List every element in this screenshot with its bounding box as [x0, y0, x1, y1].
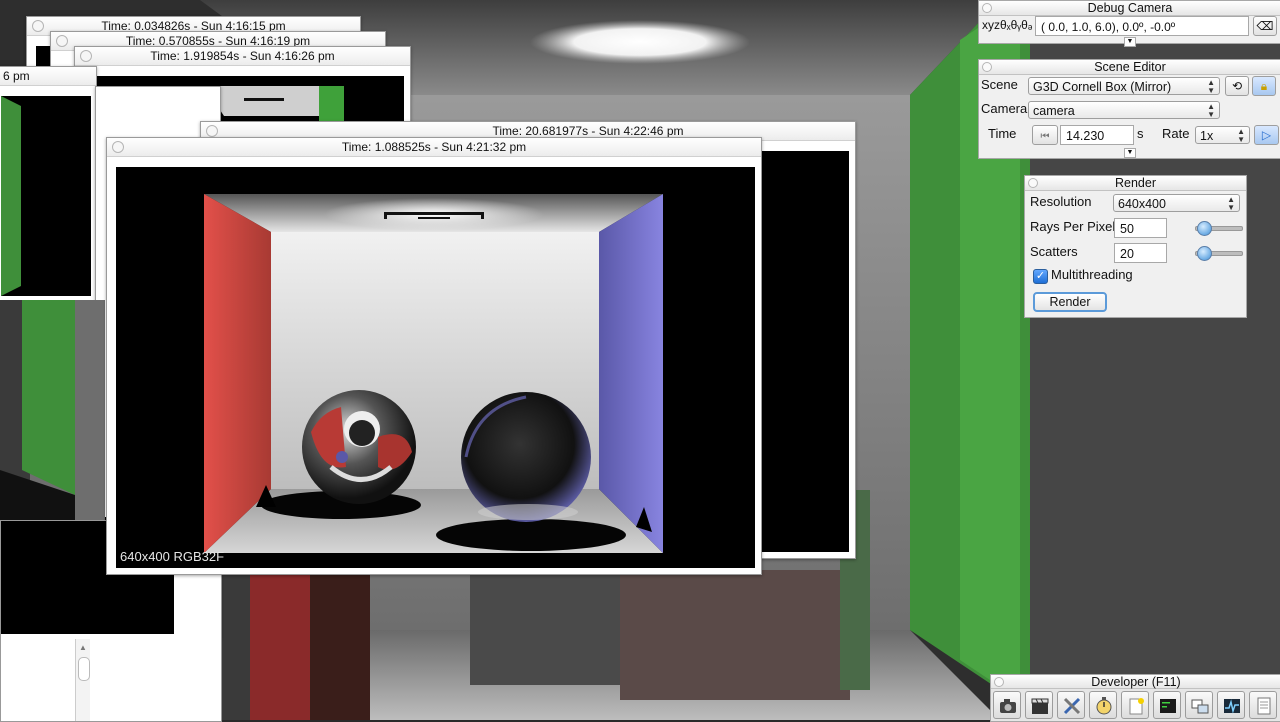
time-input[interactable]: 14.230: [1060, 125, 1134, 145]
scatters-input[interactable]: 20: [1114, 243, 1167, 263]
scatters-label: Scatters: [1030, 244, 1078, 259]
multithreading-label: Multithreading: [1051, 267, 1133, 282]
eraser-icon: ⌫: [1256, 19, 1274, 33]
console-button[interactable]: [1153, 691, 1181, 719]
render-window-main[interactable]: Time: 1.088525s - Sun 4:21:32 pm 640x400…: [106, 137, 762, 575]
render-image: 640x400 RGB32F: [116, 167, 755, 568]
left-edge-render: [0, 300, 105, 520]
multithreading-checkbox[interactable]: ✓: [1033, 269, 1048, 284]
tools-icon: [1063, 697, 1081, 715]
close-icon[interactable]: [1028, 178, 1038, 188]
panel-titlebar[interactable]: Debug Camera: [979, 1, 1280, 16]
render-button[interactable]: Render: [1033, 292, 1107, 312]
expand-arrow-icon[interactable]: ▼: [1124, 37, 1136, 47]
close-icon[interactable]: [982, 62, 992, 72]
scrollbar-thumb[interactable]: [78, 657, 90, 681]
reload-icon: ⟲: [1231, 79, 1243, 93]
scatters-slider-knob[interactable]: [1196, 246, 1212, 261]
window-title: Time: 1.088525s - Sun 4:21:32 pm: [341, 140, 527, 154]
document-icon: [1257, 697, 1271, 715]
resolution-label: Resolution: [1030, 194, 1092, 209]
windows-icon: [1191, 699, 1209, 714]
lock-icon: 🔒︎: [1260, 79, 1268, 93]
camera-coords-label: xyzθₓθᵧθₔ: [982, 18, 1033, 32]
camera-icon: [1000, 699, 1016, 713]
panel-titlebar[interactable]: Render: [1025, 176, 1246, 191]
render-panel[interactable]: Render Resolution 640x400 ▲ ▼ Rays Per Pi…: [1024, 175, 1247, 318]
window-title: 6 pm: [3, 69, 30, 83]
scrollbar[interactable]: ▲: [75, 639, 90, 721]
screenshot-button[interactable]: [993, 691, 1021, 719]
profiler-icon: [1224, 699, 1240, 714]
developer-tools-button[interactable]: [1057, 691, 1085, 719]
camera-label: Camera: [981, 101, 1028, 116]
performance-graph-button[interactable]: [1217, 691, 1245, 719]
developer-toolbar[interactable]: Developer (F11): [990, 674, 1280, 722]
scene-dropdown[interactable]: G3D Cornell Box (Mirror) ▲ ▼: [1028, 77, 1220, 95]
camera-dropdown[interactable]: camera ▲ ▼: [1028, 101, 1220, 119]
panel-title: Render: [1115, 176, 1156, 190]
panel-title: Debug Camera: [1087, 1, 1173, 15]
close-icon[interactable]: [32, 20, 44, 32]
video-record-button[interactable]: [1025, 691, 1053, 719]
close-icon[interactable]: [56, 35, 68, 47]
documentation-button[interactable]: [1249, 691, 1277, 719]
time-label: Time: [988, 126, 1017, 141]
terminal-icon: [1160, 699, 1176, 713]
window-titlebar[interactable]: 6 pm: [0, 67, 96, 86]
dropdown-arrows-icon: ▲ ▼: [1207, 102, 1215, 119]
window-titlebar[interactable]: Time: 1.919854s - Sun 4:16:26 pm: [75, 47, 410, 66]
panel-title: Scene Editor: [1094, 60, 1166, 74]
panel-title: Developer (F11): [1091, 675, 1181, 689]
rewind-icon: ⏮: [1040, 131, 1050, 142]
render-image: [761, 151, 849, 552]
clapperboard-icon: [1031, 698, 1049, 714]
reset-time-button[interactable]: ⏮: [1032, 125, 1058, 145]
new-file-icon: [1129, 698, 1144, 715]
new-scene-button[interactable]: [1121, 691, 1149, 719]
close-icon[interactable]: [206, 125, 218, 137]
close-icon[interactable]: [80, 50, 92, 62]
rate-dropdown[interactable]: 1x ▲ ▼: [1195, 126, 1250, 144]
close-icon[interactable]: [994, 677, 1004, 687]
close-icon[interactable]: [112, 141, 124, 153]
play-icon: ▷: [1261, 128, 1272, 142]
render-format-label: 640x400 RGB32F: [120, 549, 225, 564]
resolution-dropdown[interactable]: 640x400 ▲ ▼: [1113, 194, 1240, 212]
panel-titlebar[interactable]: Scene Editor: [979, 60, 1280, 75]
window-manager-button[interactable]: [1185, 691, 1213, 719]
play-button[interactable]: ▷: [1254, 125, 1279, 145]
rays-per-pixel-input[interactable]: 50: [1114, 218, 1167, 238]
dropdown-arrows-icon: ▲ ▼: [1227, 195, 1235, 212]
time-unit-label: s: [1137, 126, 1144, 141]
rays-per-pixel-label: Rays Per Pixel: [1030, 219, 1116, 234]
render-image: [1, 96, 91, 296]
panel-titlebar[interactable]: Developer (F11): [991, 675, 1280, 689]
close-icon[interactable]: [982, 3, 992, 13]
dropdown-arrows-icon: ▲ ▼: [1237, 127, 1245, 144]
dropdown-arrows-icon: ▲ ▼: [1207, 78, 1215, 95]
rays-per-pixel-slider-knob[interactable]: [1196, 221, 1212, 236]
stopwatch-icon: [1096, 697, 1112, 715]
scene-editor-panel[interactable]: Scene Editor Scene G3D Cornell Box (Mirr…: [978, 59, 1280, 159]
camera-link-button[interactable]: ⌫: [1253, 16, 1277, 36]
window-title: Time: 1.919854s - Sun 4:16:26 pm: [150, 49, 335, 63]
camera-coords-input[interactable]: ( 0.0, 1.0, 6.0), 0.0º, -0.0º: [1035, 16, 1249, 36]
rate-label: Rate: [1162, 126, 1190, 141]
expand-arrow-icon[interactable]: ▼: [1124, 148, 1136, 158]
window-titlebar[interactable]: Time: 1.088525s - Sun 4:21:32 pm: [107, 138, 761, 157]
debug-camera-panel[interactable]: Debug Camera xyzθₓθᵧθₔ ( 0.0, 1.0, 6.0),…: [978, 0, 1280, 47]
scroll-up-arrow[interactable]: ▲: [79, 643, 87, 652]
scene-label: Scene: [981, 77, 1018, 92]
profiler-timer-button[interactable]: [1089, 691, 1117, 719]
render-thumbnail: [1, 96, 91, 296]
render-window-left[interactable]: 6 pm: [0, 66, 97, 302]
window-title: Time: 20.681977s - Sun 4:22:46 pm: [492, 124, 684, 138]
lock-scene-button[interactable]: 🔒︎: [1252, 76, 1276, 96]
reload-scene-button[interactable]: ⟲: [1225, 76, 1249, 96]
